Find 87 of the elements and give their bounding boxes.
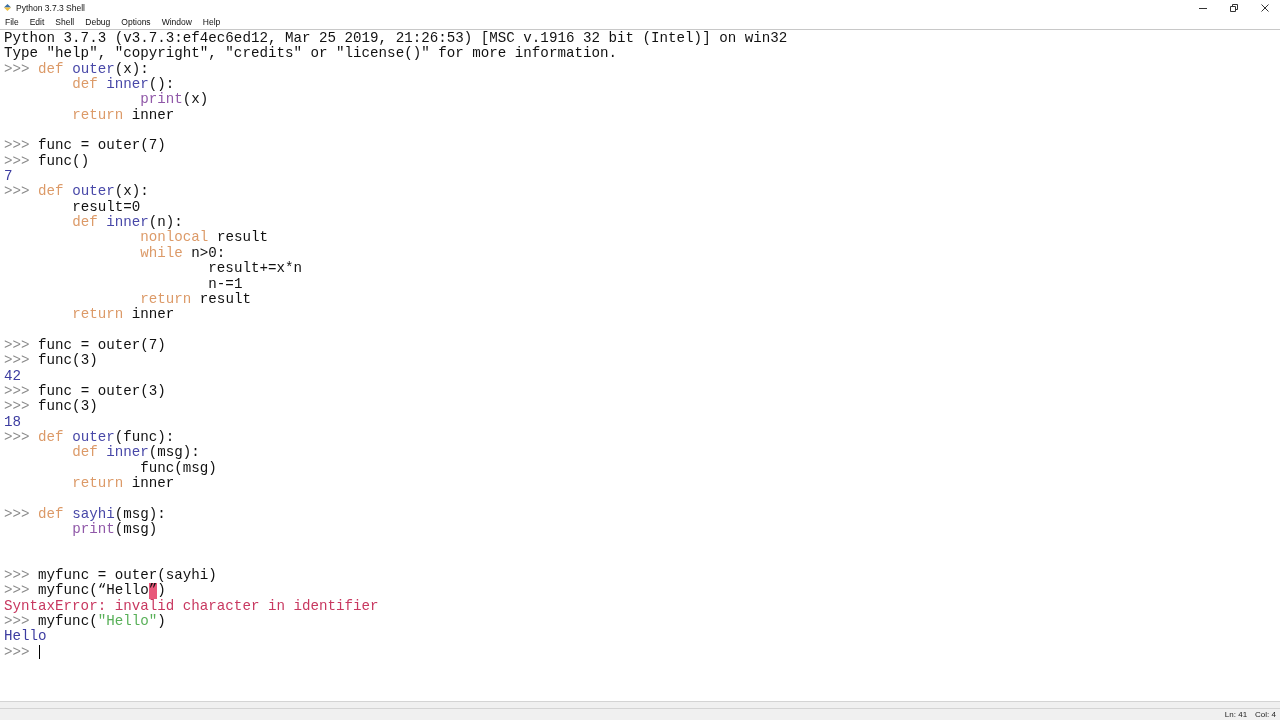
prompt: >>> — [4, 614, 30, 630]
code-text: ) — [157, 583, 166, 599]
code-text: func = outer(3) — [38, 383, 166, 399]
code-text: result — [199, 291, 251, 308]
code-text: n>0: — [191, 245, 226, 261]
keyword: def — [72, 77, 98, 93]
keyword: return — [140, 291, 192, 307]
line-indicator: Ln: 41 — [1224, 710, 1248, 719]
keyword: def — [72, 445, 98, 461]
code-text: inner — [131, 475, 175, 492]
code-text: result — [216, 230, 268, 246]
code-text: result+=x*n — [208, 261, 302, 277]
menu-item[interactable]: Window — [161, 17, 192, 27]
prompt: >>> — [4, 429, 30, 446]
code-text: result=0 — [72, 199, 141, 215]
code-text: func(3) — [38, 399, 98, 415]
code-text: (x) — [182, 92, 209, 108]
keyword: def — [72, 215, 98, 231]
code-text: func(3) — [38, 353, 98, 369]
prompt: >>> — [4, 383, 30, 400]
code-text: (func): — [114, 429, 175, 445]
python-logo-icon — [3, 3, 12, 12]
code-text: inner — [131, 307, 175, 323]
code-text: func = outer(7) — [38, 138, 166, 154]
menu-item[interactable]: File — [5, 17, 19, 27]
function-name: inner — [106, 77, 149, 93]
code-text: (x): — [114, 184, 149, 200]
code-text: (x): — [114, 61, 149, 77]
prompt: >>> — [4, 506, 30, 522]
error-message: SyntaxError: invalid character in identifier — [4, 598, 379, 614]
output-text: 18 — [4, 414, 22, 430]
code-text: (msg): — [148, 445, 200, 461]
menu-item[interactable]: Debug — [85, 17, 111, 27]
function-name: inner — [106, 445, 149, 461]
prompt: >>> — [4, 138, 30, 154]
column-indicator: Col: 4 — [1255, 710, 1276, 719]
error-highlight: ” — [148, 583, 158, 599]
prompt: >>> — [4, 568, 30, 584]
prompt: >>> — [4, 61, 30, 78]
code-text: (): — [148, 77, 175, 93]
keyword: def — [38, 429, 64, 446]
menu-item[interactable]: Edit — [29, 17, 45, 27]
code-text: (msg) — [114, 522, 158, 538]
function-name: sayhi — [72, 506, 115, 522]
builtin-name: print — [72, 522, 115, 538]
function-name: inner — [106, 215, 149, 231]
keyword: def — [38, 61, 64, 78]
builtin-name: print — [140, 92, 183, 108]
code-text: myfunc( — [38, 614, 98, 630]
code-text: Python 3.7.3 (v3.7.3:ef4ec6ed12, Mar 25 2019, 21:26:53) [MSC v.1916 32 bit (Intel)] on win32 — [4, 31, 788, 46]
prompt: >>> — [4, 583, 30, 599]
code-text: func = outer(7) — [38, 337, 166, 353]
function-name: outer — [72, 429, 115, 445]
code-text: Type "help", "copyright", "credits" or "license()" for more information. — [4, 46, 617, 62]
keyword: while — [140, 245, 183, 262]
code-text: func(msg) — [140, 460, 217, 476]
code-text: inner — [131, 107, 175, 124]
output-text: Hello — [4, 629, 47, 645]
scrollbar[interactable] — [0, 701, 1280, 709]
prompt: >>> — [4, 644, 30, 661]
keyword: return — [72, 475, 124, 492]
keyword: def — [38, 184, 64, 200]
code-text: (n): — [148, 215, 183, 231]
code-text: func() — [38, 153, 90, 170]
output-text: 42 — [4, 368, 22, 384]
menu-item[interactable]: Options — [121, 17, 151, 27]
keyword: return — [72, 307, 124, 323]
menu-item[interactable]: Shell — [55, 17, 75, 27]
function-name: outer — [72, 61, 115, 77]
window-title: Python 3.7.3 Shell — [16, 2, 86, 13]
keyword: nonlocal — [140, 230, 209, 246]
prompt: >>> — [4, 399, 30, 415]
output-text: 7 — [4, 169, 13, 185]
code-text: (msg): — [114, 506, 166, 522]
string-literal: "Hello" — [97, 614, 158, 630]
code-text: myfunc = outer(sayhi) — [38, 568, 217, 584]
code-text: ) — [157, 614, 166, 630]
code-text: myfunc(“Hello — [38, 583, 149, 599]
code-text: n-=1 — [208, 276, 243, 292]
function-name: outer — [72, 184, 115, 200]
prompt: >>> — [4, 153, 30, 170]
prompt: >>> — [4, 353, 30, 369]
menu-item[interactable]: Help — [202, 17, 221, 27]
keyword: return — [72, 107, 124, 124]
prompt: >>> — [4, 337, 30, 354]
prompt: >>> — [4, 184, 30, 200]
keyword: def — [38, 506, 64, 522]
